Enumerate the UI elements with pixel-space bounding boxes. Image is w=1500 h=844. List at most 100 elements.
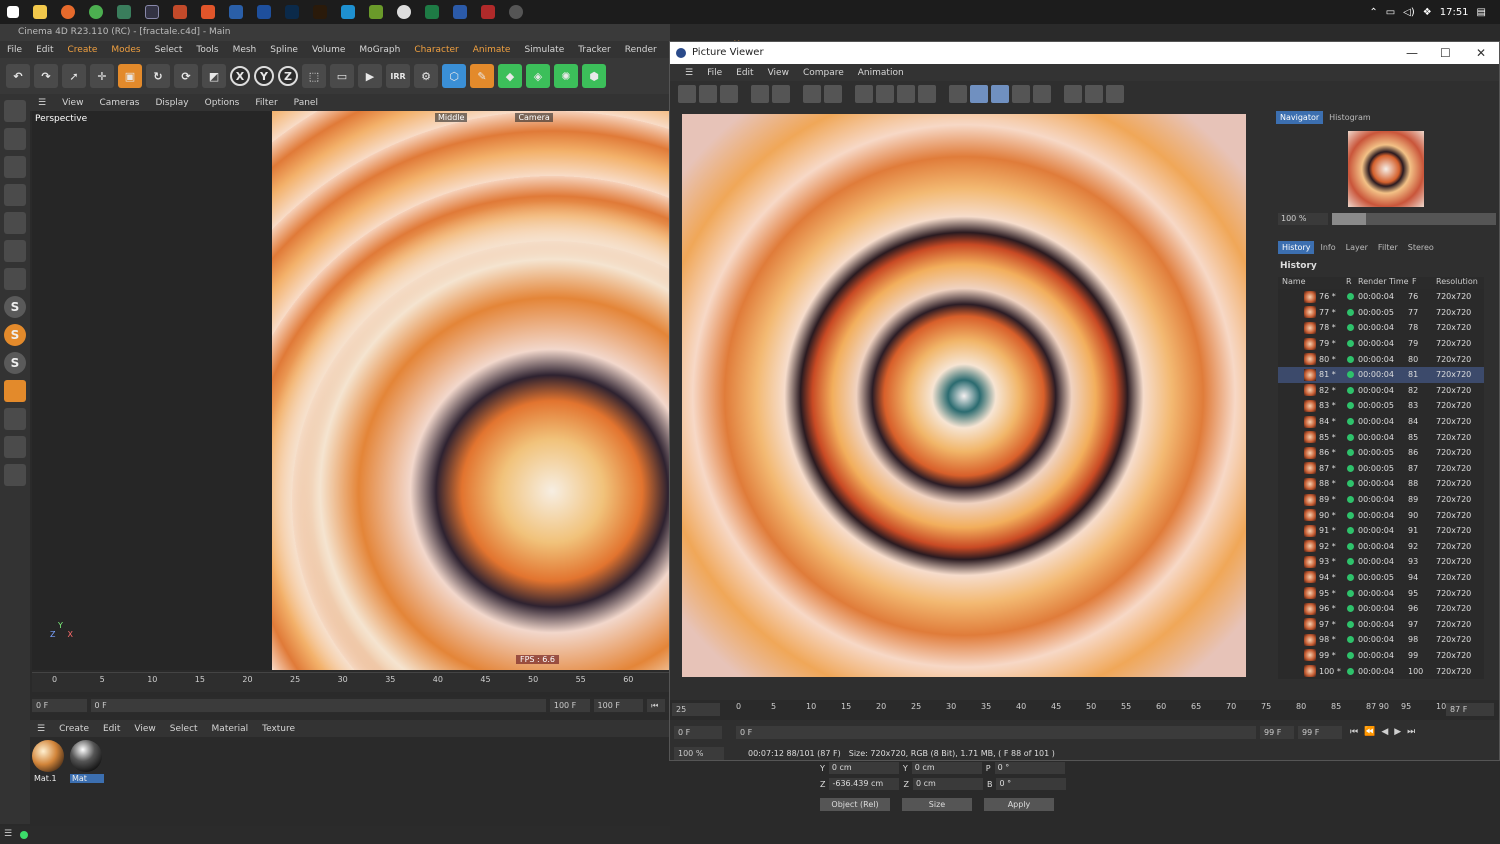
open-icon[interactable] — [678, 85, 696, 103]
hamburger-icon[interactable]: ☰ — [4, 829, 12, 839]
pv-menu-edit[interactable]: Edit — [729, 68, 760, 78]
shield-app-icon[interactable] — [229, 5, 243, 19]
file-explorer-icon[interactable] — [33, 5, 47, 19]
irr-render-button[interactable]: IRR — [386, 64, 410, 88]
polygons-mode-icon[interactable] — [4, 212, 26, 234]
pv-start-frame[interactable]: 0 F — [674, 725, 722, 739]
col-r[interactable]: R — [1346, 277, 1358, 289]
app-icon-6[interactable] — [509, 5, 523, 19]
layout-icon[interactable] — [970, 85, 988, 103]
history-row[interactable]: 81 * 00:00:04 81 720x720 — [1278, 366, 1484, 383]
viewport-menu-view[interactable]: View — [54, 98, 91, 108]
lock-icon[interactable] — [4, 464, 26, 486]
color-picker-icon[interactable] — [918, 85, 936, 103]
col-render-time[interactable]: Render Time — [1358, 277, 1412, 289]
pen-spline-icon[interactable]: ✎ — [470, 64, 494, 88]
coordinate-system-icon[interactable]: ⬚ — [302, 64, 326, 88]
s-app-icon[interactable] — [117, 5, 131, 19]
middle-tag[interactable]: Middle — [435, 113, 468, 122]
chevron-up-icon[interactable]: ⌃ — [1369, 7, 1377, 18]
bridge-icon[interactable] — [313, 5, 327, 19]
copy-icon[interactable] — [803, 85, 821, 103]
camera-tag[interactable]: Camera — [515, 113, 553, 122]
col-f[interactable]: F — [1412, 277, 1436, 289]
menu-modes[interactable]: Modes — [104, 45, 147, 55]
cinema4d-icon[interactable] — [145, 5, 159, 19]
history-row[interactable]: 100 * 00:00:04 100 720x720 — [1278, 663, 1484, 679]
tab-histogram[interactable]: Histogram — [1325, 111, 1375, 124]
history-row[interactable]: 77 * 00:00:05 77 720x720 — [1278, 305, 1484, 321]
menu-animate[interactable]: Animate — [466, 45, 518, 55]
excel-icon[interactable] — [425, 5, 439, 19]
material-menu-view[interactable]: View — [127, 724, 162, 734]
texture-mode-icon[interactable] — [4, 128, 26, 150]
history-row[interactable]: 97 * 00:00:04 97 720x720 — [1278, 616, 1484, 632]
x-axis-lock[interactable]: X — [230, 66, 250, 86]
channel-icon[interactable] — [855, 85, 873, 103]
goto-start-icon[interactable]: ⏮ — [647, 698, 665, 712]
history-row[interactable]: 90 * 00:00:04 90 720x720 — [1278, 507, 1484, 523]
close-icon[interactable]: ✕ — [1476, 42, 1486, 64]
pv-menu-compare[interactable]: Compare — [796, 68, 851, 78]
recent-tools-icon[interactable]: ⟳ — [174, 64, 198, 88]
pv-menu-file[interactable]: File — [700, 68, 729, 78]
word-icon[interactable] — [453, 5, 467, 19]
save-icon[interactable] — [699, 85, 717, 103]
tab-layer[interactable]: Layer — [1342, 241, 1372, 254]
history-row[interactable]: 96 * 00:00:04 96 720x720 — [1278, 601, 1484, 617]
apply-button[interactable]: Apply — [984, 797, 1054, 811]
history-row[interactable]: 80 * 00:00:04 80 720x720 — [1278, 351, 1484, 367]
play-back-icon[interactable]: ◀ — [1381, 727, 1388, 737]
history-row[interactable]: 88 * 00:00:04 88 720x720 — [1278, 476, 1484, 492]
workplane-grid-icon[interactable] — [4, 408, 26, 430]
play-icon[interactable]: ▶ — [1394, 727, 1401, 737]
rotate-tool-icon[interactable]: ↻ — [146, 64, 170, 88]
size-mode-dropdown[interactable]: Size — [902, 797, 972, 811]
end-frame-field[interactable]: 100 F — [549, 698, 590, 712]
app-icon[interactable] — [173, 5, 187, 19]
app-icon-4[interactable] — [369, 5, 383, 19]
viewport-menu-filter[interactable]: Filter — [247, 98, 285, 108]
material-mat1[interactable]: Mat.1 — [32, 740, 66, 786]
y-axis-lock[interactable]: Y — [254, 66, 274, 86]
region-render-icon[interactable] — [751, 85, 769, 103]
coordinate-mode-dropdown[interactable]: Object (Rel) — [820, 797, 890, 811]
material-menu-select[interactable]: Select — [163, 724, 205, 734]
pv-end-frame[interactable]: 99 F — [1260, 725, 1294, 739]
ab-compare-icon[interactable] — [949, 85, 967, 103]
transform-tool-icon[interactable]: ◩ — [202, 64, 226, 88]
soft-selection-icon[interactable] — [4, 380, 26, 402]
points-mode-icon[interactable] — [4, 156, 26, 178]
menu-volume[interactable]: Volume — [305, 45, 352, 55]
menu-simulate[interactable]: Simulate — [517, 45, 571, 55]
menu-spline[interactable]: Spline — [263, 45, 305, 55]
pv-frame-box[interactable]: 87 F — [1446, 703, 1494, 716]
viewport-menu-display[interactable]: Display — [147, 98, 196, 108]
network-icon[interactable]: ▭ — [1386, 7, 1395, 18]
prev-frame-icon[interactable]: ⏪ — [1364, 727, 1375, 737]
history-row[interactable]: 86 * 00:00:05 86 720x720 — [1278, 445, 1484, 461]
edges-mode-icon[interactable] — [4, 184, 26, 206]
zoom-slider[interactable] — [1332, 213, 1496, 225]
split-icon[interactable] — [991, 85, 1009, 103]
set-b-icon[interactable] — [1033, 85, 1051, 103]
hamburger-icon[interactable]: ☰ — [30, 724, 52, 734]
redo-icon[interactable]: ↷ — [34, 64, 58, 88]
col-name[interactable]: Name — [1278, 277, 1346, 289]
model-mode-icon[interactable] — [4, 100, 26, 122]
select-tool-icon[interactable]: ➚ — [62, 64, 86, 88]
move-tool-icon[interactable]: ✛ — [90, 64, 114, 88]
toggle-panel-icon[interactable] — [1085, 85, 1103, 103]
rgb-icon[interactable] — [897, 85, 915, 103]
cloner-icon[interactable]: ◈ — [526, 64, 550, 88]
viewport-menu-cameras[interactable]: Cameras — [91, 98, 147, 108]
snapshot-icon[interactable] — [1106, 85, 1124, 103]
chrome-icon[interactable] — [89, 5, 103, 19]
history-row[interactable]: 76 * 00:00:04 76 720x720 — [1278, 289, 1484, 305]
perspective-viewport[interactable]: Perspective Middle Camera Y Z X FPS : 6.6 — [32, 111, 669, 670]
paste-icon[interactable] — [824, 85, 842, 103]
app-icon-5[interactable] — [397, 5, 411, 19]
snap-settings-icon[interactable]: S — [4, 324, 26, 346]
stop-render-icon[interactable] — [720, 85, 738, 103]
menu-select[interactable]: Select — [148, 45, 190, 55]
